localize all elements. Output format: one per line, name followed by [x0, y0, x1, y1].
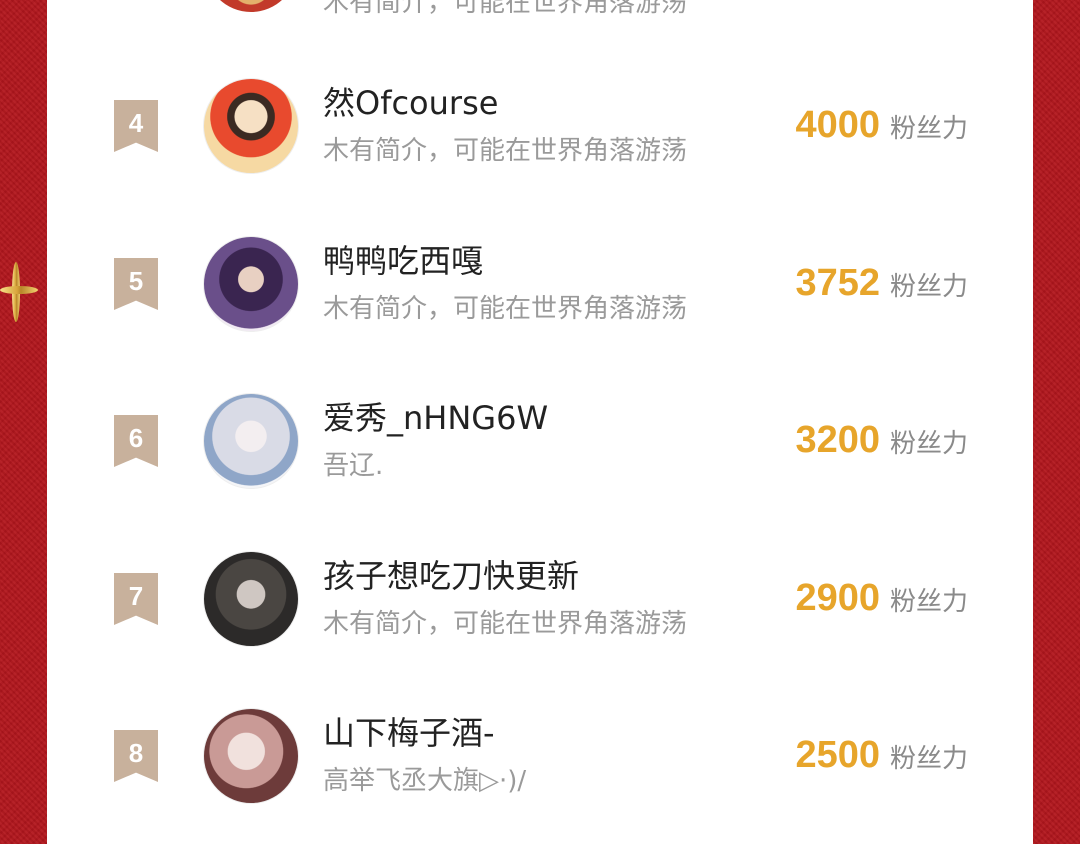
user-name[interactable]: 爱秀_nHNG6W — [323, 393, 548, 439]
user-bio: 木有简介，可能在世界角落游荡 — [323, 0, 688, 18]
list-item[interactable]: 5 鸭鸭吃西嘎 木有简介，可能在世界角落游荡 3752 粉丝力 — [47, 218, 1033, 338]
score-unit: 粉丝力 — [889, 272, 968, 302]
score-unit: 粉丝力 — [889, 429, 968, 459]
list-item[interactable]: 4 然Ofcourse 木有简介，可能在世界角落游荡 4000 粉丝力 — [47, 60, 1033, 180]
user-bio: 吾辽. — [323, 451, 384, 481]
user-name[interactable]: 山下梅子酒- — [323, 708, 495, 754]
fan-power-score: 2900 粉丝力 — [795, 577, 968, 620]
score-unit: 粉丝力 — [889, 114, 968, 144]
score-value: 2900 — [795, 577, 880, 619]
user-name[interactable]: 鸭鸭吃西嘎 — [323, 236, 483, 282]
user-name[interactable]: 孩子想吃刀快更新 — [323, 551, 579, 597]
list-item[interactable]: 7 孩子想吃刀快更新 木有简介，可能在世界角落游荡 2900 粉丝力 — [47, 533, 1033, 653]
rank-badge: 6 — [114, 415, 158, 467]
list-item-partial[interactable]: 木有简介，可能在世界角落游荡 — [47, 0, 1033, 45]
fan-power-score: 3200 粉丝力 — [795, 419, 968, 462]
user-bio: 木有简介，可能在世界角落游荡 — [323, 136, 688, 166]
user-bio: 木有简介，可能在世界角落游荡 — [323, 294, 688, 324]
fan-power-score: 3752 粉丝力 — [795, 262, 968, 305]
score-unit: 粉丝力 — [889, 587, 968, 617]
rank-badge: 4 — [114, 100, 158, 152]
user-bio: 高举飞丞大旗▷·)/ — [323, 766, 527, 796]
fan-power-score: 2500 粉丝力 — [795, 734, 968, 777]
fan-power-score: 4000 粉丝力 — [795, 104, 968, 147]
score-value: 3200 — [795, 419, 880, 461]
ranking-panel: 木有简介，可能在世界角落游荡 4 然Ofcourse 木有简介，可能在世界角落游… — [47, 0, 1033, 844]
score-value: 4000 — [795, 104, 880, 146]
avatar[interactable] — [203, 78, 299, 174]
user-bio: 木有简介，可能在世界角落游荡 — [323, 609, 688, 639]
score-value: 2500 — [795, 734, 880, 776]
avatar[interactable] — [203, 708, 299, 804]
user-name[interactable]: 然Ofcourse — [323, 78, 498, 124]
rank-badge: 5 — [114, 258, 158, 310]
avatar[interactable] — [205, 0, 297, 12]
avatar[interactable] — [203, 551, 299, 647]
list-item[interactable]: 6 爱秀_nHNG6W 吾辽. 3200 粉丝力 — [47, 375, 1033, 495]
list-item[interactable]: 8 山下梅子酒- 高举飞丞大旗▷·)/ 2500 粉丝力 — [47, 690, 1033, 810]
score-unit: 粉丝力 — [889, 744, 968, 774]
avatar[interactable] — [203, 236, 299, 332]
rank-badge: 8 — [114, 730, 158, 782]
gold-sparkle-icon — [0, 262, 38, 322]
avatar[interactable] — [203, 393, 299, 489]
score-value: 3752 — [795, 262, 880, 304]
rank-badge: 7 — [114, 573, 158, 625]
